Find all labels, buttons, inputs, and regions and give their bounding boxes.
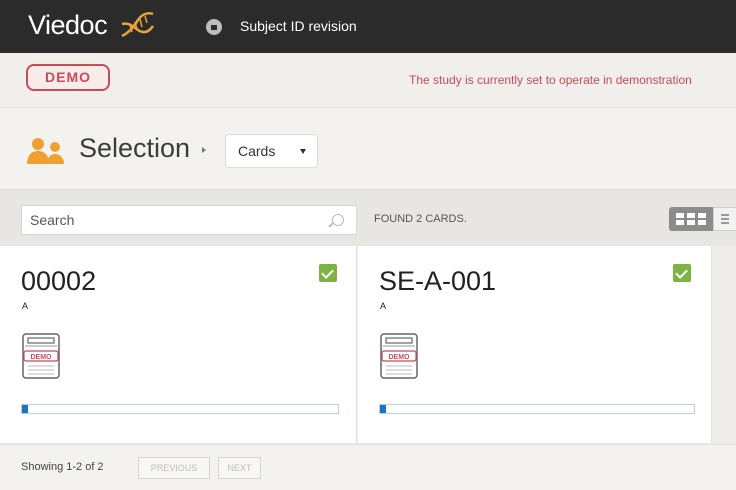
document-demo-label: DEMO: [31, 354, 53, 361]
breadcrumb-arrow-icon: [202, 147, 206, 153]
demo-banner: DEMO The study is currently set to opera…: [0, 53, 736, 108]
grid-view-button[interactable]: [669, 207, 713, 231]
demo-document-icon: DEMO: [22, 333, 60, 379]
home-icon[interactable]: [206, 19, 222, 35]
app-logo[interactable]: Viedoc: [28, 10, 108, 41]
subject-id[interactable]: SE-A-001: [379, 266, 496, 297]
caret-down-icon: [300, 149, 306, 154]
cards-grid: 00002 A DEMO SE-A-001 A DEMO: [0, 246, 736, 444]
subject-site: A: [22, 301, 29, 311]
page-title: Subject ID revision: [240, 18, 357, 34]
checkbox-checked-icon[interactable]: [673, 264, 691, 282]
view-dropdown[interactable]: Cards: [225, 134, 318, 168]
demo-document-icon: DEMO: [380, 333, 418, 379]
search-icon[interactable]: [332, 214, 344, 226]
selection-title: Selection: [79, 133, 191, 163]
pagination-bar: Showing 1-2 of 2 PREVIOUS NEXT: [0, 444, 736, 490]
progress-fill: [22, 405, 29, 413]
people-icon: [27, 138, 64, 164]
list-view-button[interactable]: [713, 207, 736, 231]
selection-header: Selection Cards: [0, 109, 736, 189]
demo-badge: DEMO: [26, 64, 110, 91]
cards-toolbar: FOUND 2 CARDS.: [0, 189, 736, 246]
next-button[interactable]: NEXT: [218, 457, 261, 479]
subject-card[interactable]: SE-A-001 A DEMO: [358, 246, 712, 443]
document-demo-label: DEMO: [389, 354, 411, 361]
progress-bar: [379, 404, 695, 414]
checkbox-checked-icon[interactable]: [319, 264, 337, 282]
showing-count: Showing 1-2 of 2: [21, 461, 104, 473]
subject-card[interactable]: 00002 A DEMO: [0, 246, 357, 443]
top-bar: Viedoc Subject ID revision: [0, 0, 736, 53]
previous-button[interactable]: PREVIOUS: [138, 457, 210, 479]
demo-message: The study is currently set to operate in…: [409, 73, 692, 87]
view-dropdown-label: Cards: [238, 143, 276, 159]
subject-id[interactable]: 00002: [21, 266, 96, 297]
search-input[interactable]: [21, 205, 357, 235]
progress-bar: [21, 404, 339, 414]
subject-site: A: [380, 301, 387, 311]
found-count: FOUND 2 CARDS.: [374, 213, 467, 225]
dna-logo-icon: [121, 12, 155, 38]
progress-fill: [380, 405, 387, 413]
